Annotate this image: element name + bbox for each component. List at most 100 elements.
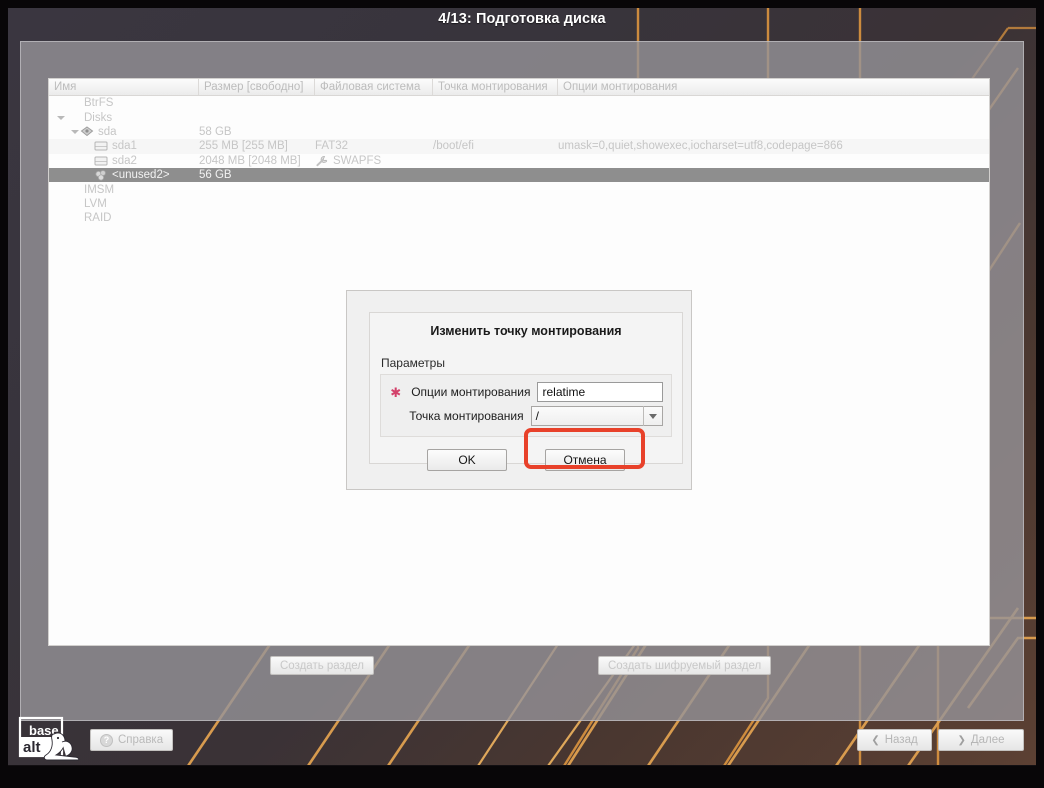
table-row[interactable]: sda1 255 MB [255 MB] FAT32/boot/efi umask=0… [49, 139, 989, 154]
basealt-logo: base alt [18, 716, 88, 764]
dialog-inner-panel: Изменить точку монтирования Параметры ✱ … [369, 312, 683, 471]
question-mark-icon: ? [100, 733, 113, 747]
row-name-label: sda2 [112, 154, 137, 167]
row-cell-name: BtrFS [49, 96, 199, 110]
row-cell-name: sda [49, 125, 199, 139]
create-partition-button[interactable]: Создать раздел [270, 656, 375, 675]
no-icon [66, 97, 82, 109]
table-row[interactable]: sda 58 GB [49, 125, 989, 139]
chevron-right-icon: ❯ [957, 734, 966, 746]
mount-point-selected-value: / [535, 409, 539, 423]
chevron-down-icon[interactable] [643, 406, 662, 426]
help-button-label: Справка [118, 734, 164, 746]
tree-expander-icon[interactable] [83, 141, 94, 152]
row-cell-size: 58 GB [199, 125, 315, 139]
table-row[interactable]: Disks [49, 110, 989, 124]
column-header-filesystem[interactable]: Файловая система [315, 79, 433, 95]
help-button[interactable]: ? Справка [90, 729, 174, 751]
edit-mountpoint-dialog: Изменить точку монтирования Параметры ✱ … [346, 290, 692, 490]
tree-expander-icon[interactable] [69, 126, 80, 137]
row-cell-size-text: 2048 MB [2048 MB] [199, 154, 301, 167]
dialog-group-label: Параметры [381, 356, 445, 370]
row-cell-size-text: 56 GB [199, 169, 232, 182]
row-cell-size: 56 GB [199, 168, 315, 182]
page-title: 4/13: Подготовка диска [438, 11, 606, 27]
row-cell-name: IMSM [49, 183, 199, 197]
row-cell-size: 2048 MB [2048 MB] [199, 154, 315, 168]
row-cell-mountoptions: umask=0,quiet,showexec,iocharset=utf8,co… [558, 139, 989, 153]
wrench-icon [315, 155, 331, 167]
partition-icon [94, 155, 110, 167]
unused-icon [94, 169, 110, 181]
mount-point-select[interactable]: / [530, 406, 663, 426]
table-row[interactable]: IMSM [49, 182, 989, 196]
tree-expander-icon[interactable] [55, 198, 66, 209]
table-row[interactable]: RAID [49, 211, 989, 225]
partition-icon [94, 140, 110, 152]
row-cell-name: Disks [49, 111, 199, 125]
row-cell-name: RAID [49, 211, 199, 225]
no-icon [66, 112, 82, 124]
back-button-label: Назад [884, 734, 918, 746]
table-row[interactable]: sda2 2048 MB [2048 MB] SWAPFS [49, 154, 989, 168]
row-name-label: Disks [84, 111, 113, 124]
row-cell-mountoptions-text: umask=0,quiet,showexec,iocharset=utf8,co… [558, 140, 843, 153]
tree-expander-icon[interactable] [55, 213, 66, 224]
row-name-label: LVM [84, 197, 107, 210]
next-button[interactable]: ❯ Далее [938, 729, 1024, 751]
row-name-label: <unused2> [112, 169, 170, 182]
disk-icon [80, 126, 96, 138]
mount-point-label: Точка монтирования [409, 409, 524, 423]
row-cell-filesystem-text: FAT32 [315, 140, 349, 153]
row-cell-filesystem: SWAPFS [315, 154, 433, 168]
mount-options-label: Опции монтирования [411, 385, 531, 399]
row-cell-mountpoint: /boot/efi [433, 139, 558, 153]
cancel-button[interactable]: Отмена [545, 449, 625, 471]
column-header-name[interactable]: Имя [49, 79, 199, 95]
column-header-size[interactable]: Размер [свободно] [199, 79, 315, 95]
mount-options-input[interactable]: relatime [537, 382, 663, 402]
ok-button[interactable]: OK [427, 449, 507, 471]
dialog-button-bar: OK Отмена [370, 449, 682, 471]
row-name-label: IMSM [84, 183, 115, 196]
row-cell-name: <unused2> [49, 168, 199, 182]
app-window: 4/13: Подготовка диска Имя Размер [свобо… [0, 0, 1044, 788]
next-button-label: Далее [970, 734, 1005, 746]
table-header-row: Имя Размер [свободно] Файловая система Т… [49, 79, 989, 96]
field-row-mount-point: Точка монтирования / [389, 405, 663, 427]
row-name-label: BtrFS [84, 97, 114, 110]
dialog-title: Изменить точку монтирования [430, 324, 622, 338]
row-cell-size: 255 MB [255 MB] [199, 139, 315, 153]
row-cell-filesystem-text: SWAPFS [333, 154, 382, 167]
row-cell-name: sda1 [49, 139, 199, 153]
table-row[interactable]: BtrFS [49, 96, 989, 110]
create-encrypted-partition-button[interactable]: Создать шифруемый раздел [598, 656, 772, 675]
row-name-label: sda1 [112, 140, 137, 153]
field-row-mount-options: ✱ Опции монтирования relatime [389, 381, 663, 403]
row-name-label: sda [98, 125, 117, 138]
chevron-left-icon: ❮ [871, 734, 880, 746]
no-icon [66, 184, 82, 196]
no-icon [66, 212, 82, 224]
table-body: BtrFS Disks sda 58 GB sda1 255 MB [255 MB] FAT… [49, 96, 989, 226]
svg-text:alt: alt [23, 739, 41, 756]
table-row[interactable]: LVM [49, 197, 989, 211]
row-cell-size-text: 58 GB [199, 125, 232, 138]
row-cell-name: LVM [49, 197, 199, 211]
row-cell-size-text: 255 MB [255 MB] [199, 140, 288, 153]
tree-expander-icon[interactable] [55, 98, 66, 109]
no-icon [66, 198, 82, 210]
row-cell-mountpoint-text: /boot/efi [433, 140, 474, 153]
column-header-mountoptions[interactable]: Опции монтирования [558, 79, 989, 95]
tree-expander-icon[interactable] [83, 155, 94, 166]
row-cell-filesystem: FAT32 [315, 139, 433, 153]
required-asterisk-icon: ✱ [390, 384, 402, 400]
table-row[interactable]: <unused2> 56 GB [49, 167, 989, 183]
back-button[interactable]: ❮ Назад [857, 729, 932, 751]
dialog-fieldset: ✱ Опции монтирования relatime Точка монт… [380, 374, 672, 437]
title-bar: 4/13: Подготовка диска [0, 0, 1044, 38]
tree-expander-icon[interactable] [55, 184, 66, 195]
column-header-mountpoint[interactable]: Точка монтирования [433, 79, 558, 95]
tree-expander-icon[interactable] [55, 112, 66, 123]
tree-expander-icon[interactable] [83, 170, 94, 181]
